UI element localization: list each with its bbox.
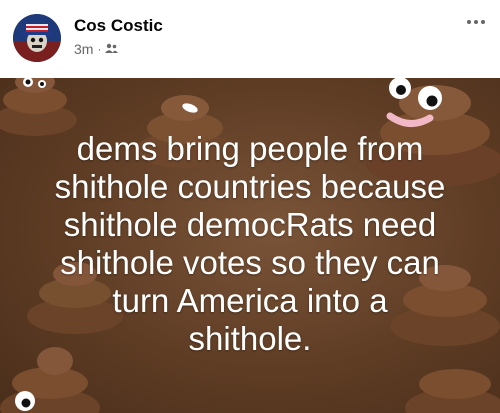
post-text-line: shithole democRats need <box>63 206 437 243</box>
post-timestamp[interactable]: 3m <box>74 41 93 57</box>
post-text-line: shithole votes so they can <box>60 244 440 281</box>
post-meta: 3m · <box>74 41 119 57</box>
post-text-line: shithole countries because <box>54 168 446 205</box>
post-text: dems bring people from shithole countrie… <box>0 130 500 358</box>
post-text-line: shithole. <box>188 320 312 357</box>
post-text-line: turn America into a <box>112 282 388 319</box>
post-text-line: dems bring people from <box>76 130 424 167</box>
friends-icon[interactable] <box>105 41 119 57</box>
meta-separator: · <box>97 42 102 56</box>
post-header: Cos Costic 3m · <box>0 0 500 78</box>
more-horizontal-icon <box>467 20 485 24</box>
more-options-button[interactable] <box>464 12 488 32</box>
post-image[interactable]: dems bring people from shithole countrie… <box>0 78 500 413</box>
author-name[interactable]: Cos Costic <box>74 16 163 36</box>
avatar[interactable] <box>13 14 61 62</box>
